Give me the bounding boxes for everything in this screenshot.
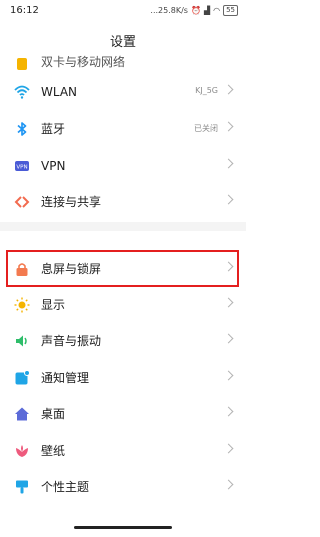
wallpaper-icon [16,445,28,457]
home-indicator[interactable] [74,526,172,529]
settings-item-wlan[interactable]: WLAN KJ_5G [0,74,246,110]
settings-item-bluetooth[interactable]: 蓝牙 已关闭 [0,111,246,147]
sound-icon [16,335,27,347]
chevron-right-icon [223,479,234,490]
highlight-box [6,250,239,287]
wifi-icon [14,85,30,99]
settings-item-wallpaper[interactable]: 壁纸 [0,433,246,469]
chevron-right-icon [223,443,234,454]
home-icon [15,407,29,421]
settings-item-notifications[interactable]: 通知管理 [0,360,246,396]
share-icon [14,196,30,208]
settings-item-label: WLAN [41,85,78,99]
section-divider [0,222,246,231]
chevron-right-icon [223,121,234,132]
sim-icon [17,58,27,70]
settings-item-label: 显示 [41,298,66,312]
settings-item-label: 通知管理 [41,371,90,385]
settings-item-theme[interactable]: 个性主题 [0,469,246,505]
signal-icon: ▟ [203,6,211,15]
network-speed: ...25.8K/s [150,6,188,15]
status-bar: 16:12 ...25.8K/s ⏰ ▟ ◠ 55 [0,0,246,22]
settings-item-label: 个性主题 [41,480,90,494]
brightness-icon [14,297,30,313]
settings-item-value: KJ_5G [195,86,218,95]
status-indicators: ...25.8K/s ⏰ ▟ ◠ 55 [150,5,238,16]
wifi-status-icon: ◠ [213,6,221,15]
battery-icon: 55 [223,5,238,16]
alarm-icon: ⏰ [190,6,201,15]
notification-icon [15,370,30,385]
settings-item-label: 蓝牙 [41,122,66,136]
chevron-right-icon [223,84,234,95]
settings-item-vpn[interactable]: VPN VPN [0,148,246,184]
settings-item-display[interactable]: 显示 [0,287,246,323]
settings-item-label: 连接与共享 [41,195,102,209]
chevron-right-icon [223,406,234,417]
chevron-right-icon [223,297,234,308]
settings-item-home-screen[interactable]: 桌面 [0,396,246,432]
settings-item-value: 已关闭 [194,124,218,133]
settings-item-label: VPN [41,159,66,173]
chevron-right-icon [223,158,234,169]
settings-item-sound[interactable]: 声音与振动 [0,323,246,359]
settings-item-label: 壁纸 [41,444,66,458]
chevron-right-icon [223,333,234,344]
vpn-icon: VPN [15,161,29,171]
page-title: 设置 [109,35,136,50]
settings-item-label: 声音与振动 [41,334,102,348]
status-time: 16:12 [10,5,39,16]
settings-item-label: 桌面 [41,407,66,421]
settings-item-label: 双卡与移动网络 [41,55,126,69]
bluetooth-icon [17,122,27,136]
chevron-right-icon [223,370,234,381]
chevron-right-icon [223,194,234,205]
theme-icon [16,480,28,494]
svg-text:VPN: VPN [16,165,27,171]
settings-item-connection-share[interactable]: 连接与共享 [0,184,246,220]
